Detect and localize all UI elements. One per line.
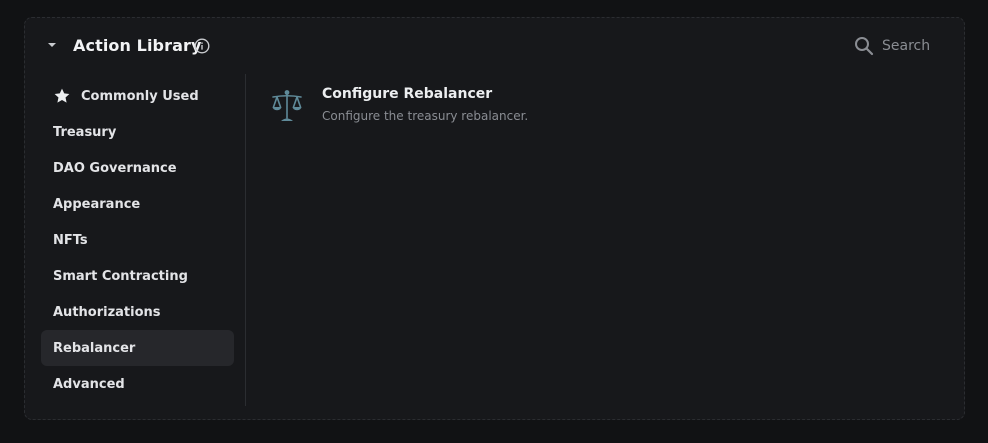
- sidebar-item-label: Authorizations: [53, 304, 161, 320]
- sidebar-item-treasury[interactable]: Treasury: [41, 114, 234, 150]
- sidebar-item-smart-contracting[interactable]: Smart Contracting: [41, 258, 234, 294]
- sidebar-item-rebalancer[interactable]: Rebalancer: [41, 330, 234, 366]
- sidebar-item-label: Rebalancer: [53, 340, 136, 356]
- sidebar-item-label: Commonly Used: [81, 88, 199, 104]
- sidebar-item-appearance[interactable]: Appearance: [41, 186, 234, 222]
- collapse-caret-icon[interactable]: [48, 43, 56, 47]
- scales-icon: [272, 90, 302, 121]
- sidebar-item-label: NFTs: [53, 232, 88, 248]
- action-library-panel: Action Library Commonly Used Treasury DA…: [24, 17, 965, 420]
- search-icon: [855, 37, 874, 56]
- sidebar-item-advanced[interactable]: Advanced: [41, 366, 234, 402]
- info-icon[interactable]: [194, 38, 210, 54]
- action-title: Configure Rebalancer: [322, 86, 493, 102]
- sidebar-item-nfts[interactable]: NFTs: [41, 222, 234, 258]
- panel-header: Action Library: [25, 18, 964, 76]
- sidebar-item-commonly-used[interactable]: Commonly Used: [41, 78, 234, 114]
- sidebar-item-label: Advanced: [53, 376, 125, 392]
- action-item-configure-rebalancer[interactable]: Configure Rebalancer Configure the treas…: [269, 86, 589, 126]
- sidebar-item-label: Treasury: [53, 124, 117, 140]
- search-input[interactable]: [882, 38, 930, 54]
- category-sidebar: Commonly Used Treasury DAO Governance Ap…: [41, 76, 234, 402]
- sidebar-item-label: Smart Contracting: [53, 268, 188, 284]
- star-icon: [54, 88, 70, 103]
- sidebar-item-authorizations[interactable]: Authorizations: [41, 294, 234, 330]
- sidebar-item-dao-governance[interactable]: DAO Governance: [41, 150, 234, 186]
- search-field[interactable]: [854, 35, 930, 57]
- sidebar-item-label: Appearance: [53, 196, 141, 212]
- panel-title: Action Library: [73, 36, 202, 55]
- sidebar-item-label: DAO Governance: [53, 160, 177, 176]
- action-description: Configure the treasury rebalancer.: [322, 109, 529, 123]
- sidebar-divider: [245, 74, 246, 406]
